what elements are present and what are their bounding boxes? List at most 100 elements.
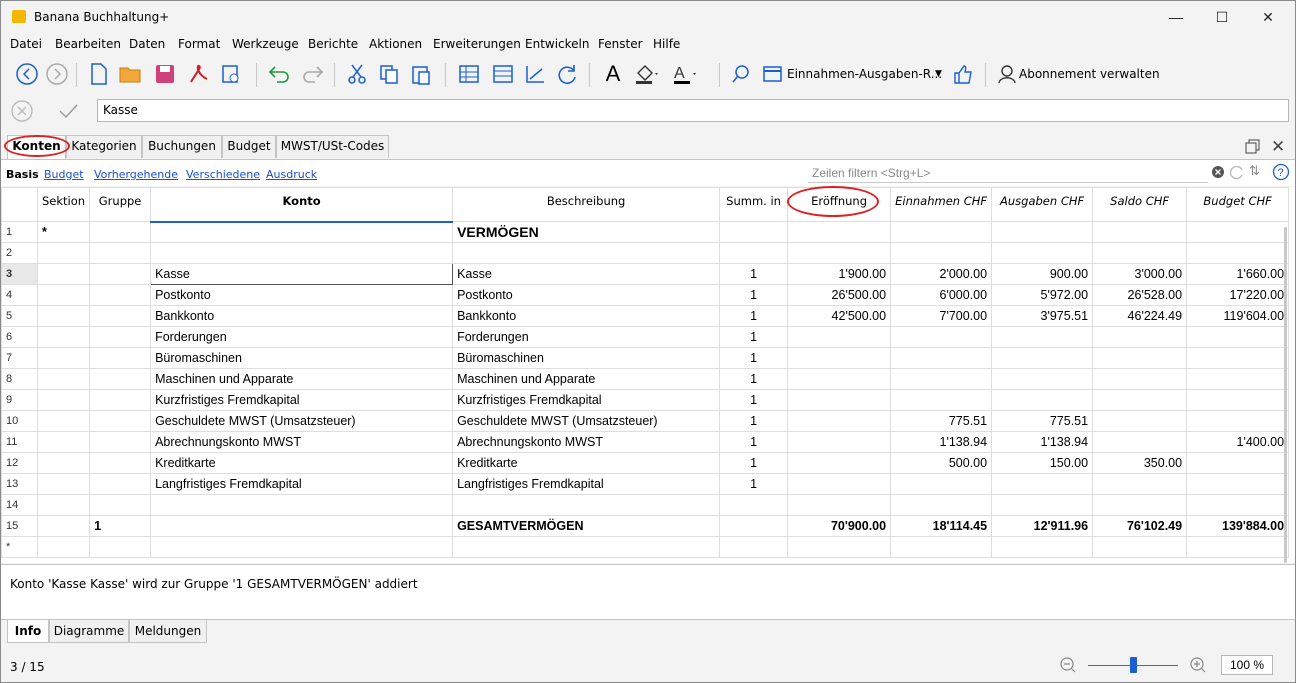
cell-eroeffnung[interactable]: 1'900.00	[787, 263, 892, 285]
cell-saldo[interactable]	[1092, 431, 1188, 453]
cell-summ-in[interactable]	[719, 494, 789, 516]
cell-eroeffnung[interactable]	[787, 347, 892, 369]
cell-summ-in[interactable]: 1	[719, 326, 789, 348]
table-row[interactable]: 9 Kurzfristiges Fremdkapital Kurzfristiges…	[1, 389, 1290, 411]
minimize-button[interactable]: —	[1153, 5, 1199, 29]
cell-eroeffnung[interactable]	[787, 326, 892, 348]
col-summ-in[interactable]: Summ. in	[719, 187, 789, 222]
cell-einnahmen[interactable]: 1'138.94	[890, 431, 993, 453]
cell-einnahmen[interactable]: 6'000.00	[890, 284, 993, 306]
manage-subscription-button[interactable]: Abonnement verwalten	[997, 61, 1160, 87]
cell-konto[interactable]: Geschuldete MWST (Umsatzsteuer)	[150, 410, 454, 432]
cell-ausgaben[interactable]	[991, 368, 1094, 390]
table-row[interactable]: 5 Bankkonto Bankkonto 1 42'500.00 7'700.00 3'9…	[1, 305, 1290, 327]
cell-gruppe[interactable]: 1	[89, 515, 152, 537]
cell-budget[interactable]	[1186, 536, 1290, 558]
cell-eroeffnung[interactable]: 70'900.00	[787, 515, 892, 537]
zoom-level[interactable]: 100 %	[1221, 655, 1273, 675]
cell-beschreibung[interactable]: Kurzfristiges Fremdkapital	[452, 389, 721, 411]
menu-fenster[interactable]: Fenster	[598, 37, 643, 51]
table-edit-icon[interactable]	[489, 60, 517, 88]
col-sektion[interactable]: Sektion	[36, 187, 91, 222]
forward-icon[interactable]	[43, 60, 71, 88]
cell-ausgaben[interactable]: 1'138.94	[991, 431, 1094, 453]
cell-sektion[interactable]	[36, 263, 91, 285]
cell-budget[interactable]	[1186, 389, 1290, 411]
cell-summ-in[interactable]: 1	[719, 368, 789, 390]
cell-konto[interactable]: Langfristiges Fremdkapital	[150, 473, 454, 495]
cell-ausgaben[interactable]	[991, 242, 1094, 264]
paste-icon[interactable]	[407, 60, 435, 88]
menu-entwickeln[interactable]: Entwickeln	[525, 37, 589, 51]
cell-eroeffnung[interactable]: 26'500.00	[787, 284, 892, 306]
cell-eroeffnung[interactable]	[787, 473, 892, 495]
cell-ausgaben[interactable]	[991, 347, 1094, 369]
cell-saldo[interactable]	[1092, 368, 1188, 390]
cell-konto[interactable]: Abrechnungskonto MWST	[150, 431, 454, 453]
cell-saldo[interactable]: 350.00	[1092, 452, 1188, 474]
vertical-scrollbar[interactable]	[1284, 227, 1287, 563]
col-saldo[interactable]: Saldo CHF	[1092, 187, 1188, 222]
cell-beschreibung[interactable]: Maschinen und Apparate	[452, 368, 721, 390]
view-ausdruck[interactable]: Ausdruck	[266, 168, 317, 181]
cell-beschreibung[interactable]: Abrechnungskonto MWST	[452, 431, 721, 453]
cell-ausgaben[interactable]: 3'975.51	[991, 305, 1094, 327]
cell-summ-in[interactable]	[719, 242, 789, 264]
tab-meldungen[interactable]: Meldungen	[129, 620, 207, 643]
tab-budget[interactable]: Budget	[222, 135, 276, 158]
tab-info[interactable]: Info	[7, 620, 49, 643]
cell-sektion[interactable]	[36, 536, 91, 558]
cell-ausgaben[interactable]: 775.51	[991, 410, 1094, 432]
cell-sektion[interactable]	[36, 284, 91, 306]
tab-buchungen[interactable]: Buchungen	[142, 135, 222, 158]
pdf-icon[interactable]	[185, 60, 213, 88]
cell-saldo[interactable]	[1092, 242, 1188, 264]
cell-einnahmen[interactable]: 7'700.00	[890, 305, 993, 327]
cell-sektion[interactable]	[36, 242, 91, 264]
table-row[interactable]: 14	[1, 494, 1290, 516]
cell-beschreibung[interactable]: Büromaschinen	[452, 347, 721, 369]
menu-erweiterungen[interactable]: Erweiterungen	[433, 37, 521, 51]
zoom-in-icon[interactable]	[1189, 656, 1207, 677]
view-verschiedene[interactable]: Verschiedene	[186, 168, 260, 181]
thumbs-up-icon[interactable]	[949, 60, 977, 88]
cell-einnahmen[interactable]	[890, 347, 993, 369]
cell-beschreibung[interactable]: GESAMTVERMÖGEN	[452, 515, 721, 537]
text-color-icon[interactable]: A	[671, 60, 699, 88]
cell-einnahmen[interactable]	[890, 242, 993, 264]
cell-ausgaben[interactable]: 12'911.96	[991, 515, 1094, 537]
cell-ausgaben[interactable]: 150.00	[991, 452, 1094, 474]
cell-sektion[interactable]	[36, 347, 91, 369]
cell-saldo[interactable]: 76'102.49	[1092, 515, 1188, 537]
cell-budget[interactable]: 119'604.00	[1186, 305, 1290, 327]
cell-sektion[interactable]	[36, 431, 91, 453]
table-row[interactable]: 3 Kasse Kasse 1 1'900.00 2'000.00 900.00 3'000.…	[1, 263, 1290, 285]
confirm-edit-icon[interactable]	[57, 100, 79, 125]
cell-beschreibung[interactable]	[452, 242, 721, 264]
cell-gruppe[interactable]	[89, 347, 152, 369]
cell-eroeffnung[interactable]	[787, 389, 892, 411]
cell-einnahmen[interactable]	[890, 536, 993, 558]
cell-gruppe[interactable]	[89, 473, 152, 495]
cell-konto[interactable]: Postkonto	[150, 284, 454, 306]
tab-diagramme[interactable]: Diagramme	[49, 620, 129, 643]
table-row[interactable]: 12 Kreditkarte Kreditkarte 1 500.00 150.00 350…	[1, 452, 1290, 474]
table-row[interactable]: *	[1, 536, 1290, 558]
cell-einnahmen[interactable]: 500.00	[890, 452, 993, 474]
cell-gruppe[interactable]	[89, 242, 152, 264]
cell-einnahmen[interactable]	[890, 326, 993, 348]
cell-ausgaben[interactable]	[991, 221, 1094, 243]
menu-hilfe[interactable]: Hilfe	[653, 37, 680, 51]
cell-eroeffnung[interactable]: 42'500.00	[787, 305, 892, 327]
cell-saldo[interactable]	[1092, 347, 1188, 369]
tab-kategorien[interactable]: Kategorien	[66, 135, 142, 158]
open-folder-icon[interactable]	[117, 60, 145, 88]
cell-sektion[interactable]	[36, 368, 91, 390]
close-tab-icon[interactable]: ✕	[1271, 137, 1285, 157]
cell-saldo[interactable]	[1092, 410, 1188, 432]
menu-aktionen[interactable]: Aktionen	[369, 37, 422, 51]
cell-budget[interactable]	[1186, 347, 1290, 369]
cell-konto[interactable]: Kreditkarte	[150, 452, 454, 474]
copy-icon[interactable]	[375, 60, 403, 88]
menu-daten[interactable]: Daten	[129, 37, 165, 51]
